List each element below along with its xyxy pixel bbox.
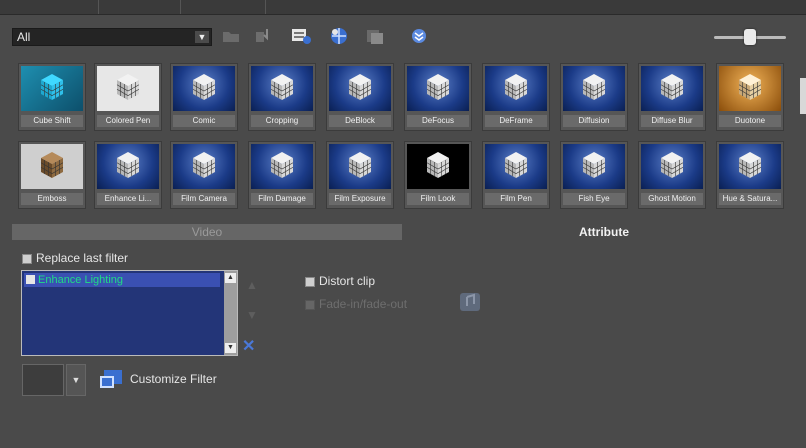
list-item-label: Enhance Lighting [38, 274, 124, 286]
effect-tile[interactable]: Film Pen [482, 141, 550, 209]
delete-icon[interactable]: ✕ [242, 336, 255, 356]
move-down-icon[interactable]: ▼ [246, 308, 258, 322]
tab-video[interactable]: Video [12, 224, 402, 240]
effect-label: Fish Eye [563, 193, 625, 205]
effect-thumbnail [251, 66, 313, 111]
effect-thumbnail [719, 144, 781, 189]
list-item[interactable]: Enhance Lighting [24, 273, 220, 287]
effect-thumbnail [407, 66, 469, 111]
scroll-up-icon[interactable]: ▲ [225, 273, 236, 283]
effect-tile[interactable]: DeFrame [482, 63, 550, 131]
effect-label: DeBlock [329, 115, 391, 127]
effect-tile[interactable]: Diffusion [560, 63, 628, 131]
effect-thumbnail [329, 144, 391, 189]
effect-label: DeFocus [407, 115, 469, 127]
effect-label: Film Camera [173, 193, 235, 205]
effect-label: Film Pen [485, 193, 547, 205]
effect-tile[interactable]: Fish Eye [560, 141, 628, 209]
effect-label: Ghost Motion [641, 193, 703, 205]
effect-label: Diffusion [563, 115, 625, 127]
customize-filter-label[interactable]: Customize Filter [130, 372, 217, 386]
effect-label: Colored Pen [97, 115, 159, 127]
effect-tile[interactable]: Hue & Satura... [716, 141, 784, 209]
fade-checkbox [305, 300, 315, 310]
distort-clip-checkbox[interactable] [305, 277, 315, 287]
scroll-down-icon[interactable]: ▼ [225, 343, 236, 353]
effect-thumbnail [97, 144, 159, 189]
effect-tile[interactable]: DeBlock [326, 63, 394, 131]
globe-icon[interactable] [328, 25, 350, 47]
effect-tile[interactable]: Colored Pen [94, 63, 162, 131]
effect-tile[interactable]: Diffuse Blur [638, 63, 706, 131]
distort-clip-label: Distort clip [319, 274, 376, 288]
replace-last-filter-label: Replace last filter [36, 251, 129, 265]
effect-thumbnail [485, 66, 547, 111]
effect-label: Cube Shift [21, 115, 83, 127]
effect-label: DeFrame [485, 115, 547, 127]
menu-strip [0, 0, 806, 15]
tab-attribute[interactable]: Attribute [402, 224, 806, 240]
filter-list-icon[interactable] [290, 25, 312, 47]
effect-label: Duotone [719, 115, 781, 127]
effect-tile[interactable]: Cube Shift [18, 63, 86, 131]
chevron-down-icon[interactable]: ▼ [195, 31, 209, 43]
effect-label: Emboss [21, 193, 83, 205]
effect-label: Film Look [407, 193, 469, 205]
effect-tile[interactable]: Ghost Motion [638, 141, 706, 209]
customize-filter-icon[interactable] [98, 368, 124, 392]
effect-thumbnail [641, 66, 703, 111]
filter-preset-combo[interactable]: ▼ [22, 364, 86, 396]
effect-tile[interactable]: Cropping [248, 63, 316, 131]
fade-label: Fade-in/fade-out [319, 297, 408, 311]
effect-tile[interactable]: Emboss [18, 141, 86, 209]
effect-thumbnail [407, 144, 469, 189]
effect-label: Comic [173, 115, 235, 127]
audio-icon [458, 290, 482, 314]
effect-thumbnail [173, 144, 235, 189]
chevron-down-icon[interactable]: ▼ [66, 364, 86, 396]
effect-label: Film Damage [251, 193, 313, 205]
effect-label: Film Exposure [329, 193, 391, 205]
preset-field[interactable] [22, 364, 64, 396]
effect-label: Diffuse Blur [641, 115, 703, 127]
replace-last-filter-checkbox[interactable] [22, 254, 32, 264]
effect-thumbnail [641, 144, 703, 189]
import-icon[interactable] [252, 25, 274, 47]
effect-tile[interactable]: Enhance Li... [94, 141, 162, 209]
effect-tile[interactable]: DeFocus [404, 63, 472, 131]
category-value: All [17, 30, 31, 44]
effect-tile[interactable]: Film Look [404, 141, 472, 209]
gallery-icon[interactable] [364, 25, 386, 47]
filter-icon [26, 275, 35, 284]
effect-tile[interactable]: Duotone [716, 63, 784, 131]
effect-label: Cropping [251, 115, 313, 127]
effect-thumbnail [21, 66, 83, 111]
effect-thumbnail [173, 66, 235, 111]
effect-thumbnail [563, 66, 625, 111]
effect-tile[interactable]: Film Exposure [326, 141, 394, 209]
effect-thumbnail [563, 144, 625, 189]
category-dropdown[interactable]: All ▼ [12, 28, 212, 46]
folder-icon[interactable] [220, 25, 242, 47]
effect-tile[interactable]: Film Damage [248, 141, 316, 209]
list-scrollbar[interactable]: ▲ ▼ [224, 271, 237, 355]
expand-icon[interactable] [408, 25, 430, 47]
effect-thumbnail [485, 144, 547, 189]
zoom-slider-thumb[interactable] [744, 29, 756, 45]
effect-thumbnail [251, 144, 313, 189]
effect-tile[interactable]: Film Camera [170, 141, 238, 209]
effect-thumbnail [719, 66, 781, 111]
effect-tile[interactable]: Comic [170, 63, 238, 131]
effect-thumbnail [21, 144, 83, 189]
effect-thumbnail [329, 66, 391, 111]
effect-label: Enhance Li... [97, 193, 159, 205]
scrollbar-edge[interactable] [800, 78, 806, 114]
move-up-icon[interactable]: ▲ [246, 278, 258, 292]
effect-thumbnail [97, 66, 159, 111]
applied-filter-list[interactable]: Enhance Lighting ▲ ▼ [21, 270, 238, 356]
effect-label: Hue & Satura... [719, 193, 781, 205]
